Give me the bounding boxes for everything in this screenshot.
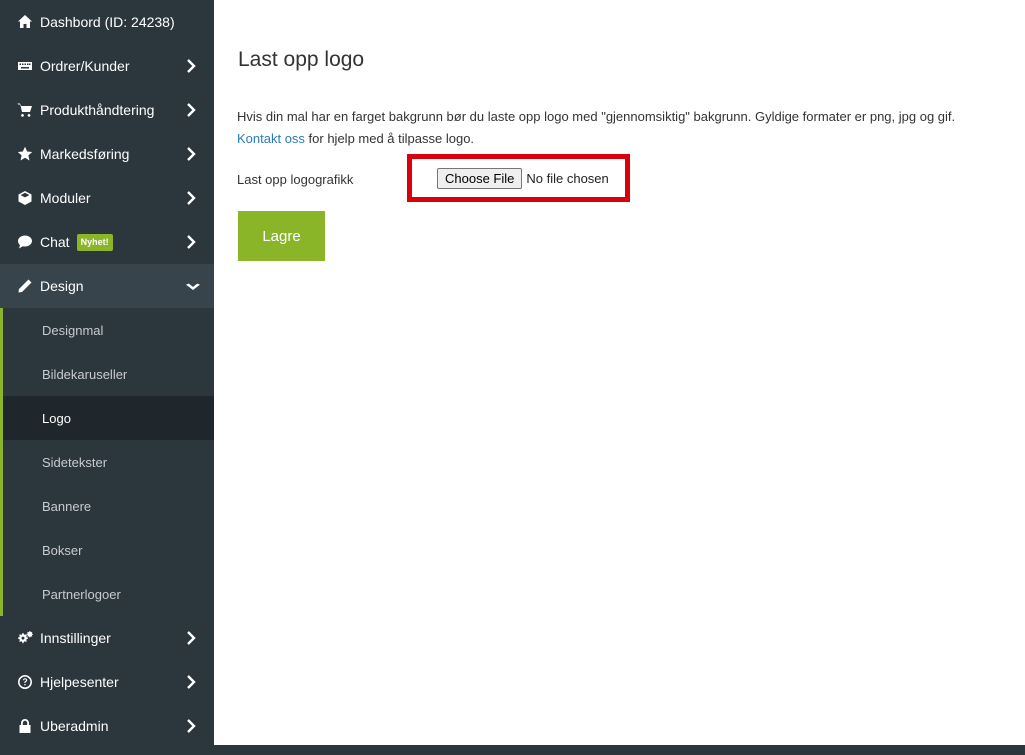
sidebar-item-label: Ordrer/Kunder [40, 58, 130, 74]
cart-icon [16, 101, 34, 119]
sidebar-item-modules[interactable]: Moduler [0, 176, 214, 220]
chevron-right-icon [186, 103, 196, 117]
logo-description: Hvis din mal har en farget bakgrunn bør … [237, 106, 1025, 150]
sidebar-item-label: Markedsføring [40, 146, 130, 162]
new-badge: Nyhet! [76, 233, 113, 251]
submenu-item-sidetekster[interactable]: Sidetekster [3, 440, 214, 484]
sidebar-item-label: Dashbord (ID: 24238) [40, 14, 175, 30]
sidebar-item-marketing[interactable]: Markedsføring [0, 132, 214, 176]
question-circle-icon [16, 673, 34, 691]
contact-suffix-text: for hjelp med å tilpasse logo. [304, 131, 475, 146]
submenu-item-bannere[interactable]: Bannere [3, 484, 214, 528]
bottom-bar [214, 745, 1025, 755]
sidebar-item-label: Chat [40, 234, 70, 250]
sidebar-item-label: Design [40, 278, 84, 294]
submenu-item-designmal[interactable]: Designmal [3, 308, 214, 352]
choose-file-button[interactable]: Choose File [437, 167, 523, 189]
sidebar-item-chat[interactable]: Chat Nyhet! [0, 220, 214, 264]
gears-icon [16, 629, 34, 647]
submenu-item-label: Logo [42, 410, 71, 426]
sidebar-item-label: Produkthåndtering [40, 102, 155, 118]
file-upload-highlight: Choose File No file chosen [407, 154, 630, 202]
description-text: Hvis din mal har en farget bakgrunn bør … [237, 109, 956, 124]
home-icon [16, 13, 34, 31]
sidebar-item-product-management[interactable]: Produkthåndtering [0, 88, 214, 132]
star-icon [16, 145, 34, 163]
sidebar-item-help-center[interactable]: Hjelpesenter [0, 660, 214, 704]
cube-icon [16, 189, 34, 207]
submenu-item-label: Designmal [42, 322, 104, 338]
chat-bubble-icon [16, 233, 34, 251]
sidebar-item-dashboard[interactable]: Dashbord (ID: 24238) [0, 0, 214, 44]
chevron-right-icon [186, 675, 196, 689]
chevron-right-icon [186, 719, 196, 733]
file-status-text: No file chosen [526, 170, 609, 186]
main-content: Last opp logo Hvis din mal har en farget… [214, 0, 1025, 745]
submenu-item-label: Sidetekster [42, 454, 108, 470]
sidebar-item-label: Hjelpesenter [40, 674, 119, 690]
sidebar-item-orders-customers[interactable]: Ordrer/Kunder [0, 44, 214, 88]
page-title: Last opp logo [238, 48, 365, 71]
save-button[interactable]: Lagre [238, 211, 325, 261]
chevron-down-icon [186, 279, 200, 293]
contact-us-link[interactable]: Kontakt oss [237, 131, 305, 146]
submenu-item-label: Partnerlogoer [42, 586, 121, 602]
pencil-icon [16, 277, 34, 295]
submenu-item-partnerlogoer[interactable]: Partnerlogoer [3, 572, 214, 616]
sidebar-item-design[interactable]: Design [0, 264, 214, 308]
sidebar-item-settings[interactable]: Innstillinger [0, 616, 214, 660]
submenu-item-bokser[interactable]: Bokser [3, 528, 214, 572]
keyboard-icon [16, 57, 34, 75]
submenu-item-label: Bokser [42, 542, 83, 558]
sidebar-item-label: Uberadmin [40, 718, 109, 734]
sidebar-item-label: Innstillinger [40, 630, 111, 646]
chevron-right-icon [186, 191, 196, 205]
submenu-item-logo[interactable]: Logo [3, 396, 214, 440]
sidebar-item-uberadmin[interactable]: Uberadmin [0, 704, 214, 748]
design-submenu: Designmal Bildekaruseller Logo Sidetekst… [0, 308, 214, 616]
upload-logo-label: Last opp logografikk [237, 172, 354, 187]
submenu-item-label: Bannere [42, 498, 92, 514]
submenu-item-label: Bildekaruseller [42, 366, 128, 382]
chevron-right-icon [186, 59, 196, 73]
chevron-right-icon [186, 235, 196, 249]
lock-icon [16, 717, 34, 735]
chevron-right-icon [186, 147, 196, 161]
sidebar-item-label: Moduler [40, 190, 91, 206]
sidebar: Dashbord (ID: 24238) Ordrer/Kunder Produ… [0, 0, 214, 755]
submenu-item-bildekaruseller[interactable]: Bildekaruseller [3, 352, 214, 396]
chevron-right-icon [186, 631, 196, 645]
